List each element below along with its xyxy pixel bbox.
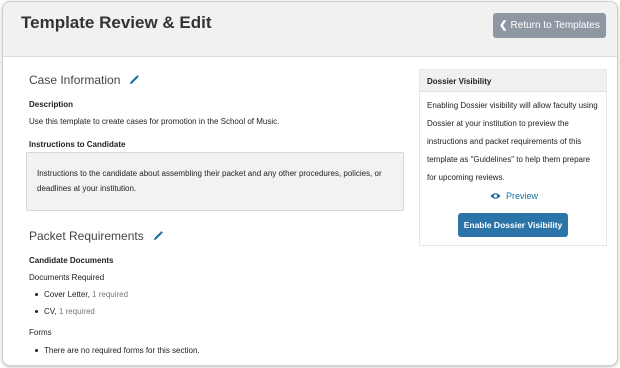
list-item: There are no required forms for this sec… [35, 346, 200, 355]
instructions-text: Instructions to the candidate about asse… [37, 169, 382, 193]
page-title: Template Review & Edit [21, 13, 212, 32]
forms-empty-text: There are no required forms for this sec… [44, 346, 200, 355]
bullet-icon [35, 349, 38, 352]
preview-link[interactable]: Preview [490, 191, 538, 201]
instructions-label: Instructions to Candidate [29, 140, 126, 149]
case-information-title: Case Information [29, 73, 121, 87]
packet-requirements-title: Packet Requirements [29, 229, 144, 243]
packet-requirements-heading: Packet Requirements [29, 229, 164, 243]
list-item: CV, 1 required [35, 307, 95, 316]
document-name: CV, [44, 307, 57, 316]
document-name: Cover Letter, [44, 290, 90, 299]
preview-label: Preview [506, 191, 539, 201]
dossier-visibility-panel: Dossier Visibility Enabling Dossier visi… [419, 69, 607, 246]
return-to-templates-button[interactable]: ❮ Return to Templates [493, 13, 606, 38]
case-information-heading: Case Information [29, 73, 140, 87]
pencil-icon[interactable] [128, 74, 140, 86]
dossier-visibility-description: Enabling Dossier visibility will allow f… [427, 101, 598, 182]
pencil-icon[interactable] [152, 230, 164, 242]
document-requirement: 1 required [92, 290, 129, 299]
eye-icon [490, 193, 501, 199]
documents-required-label: Documents Required [29, 273, 105, 282]
dossier-visibility-title: Dossier Visibility [427, 77, 492, 86]
chevron-left-icon: ❮ [499, 20, 508, 31]
dossier-visibility-header: Dossier Visibility [420, 70, 606, 92]
description-label: Description [29, 100, 74, 109]
page-header: Template Review & Edit ❮ Return to Templ… [3, 2, 617, 57]
enable-dossier-visibility-button[interactable]: Enable Dossier Visibility [458, 213, 568, 237]
return-button-label: Return to Templates [510, 20, 600, 31]
app-window: Template Review & Edit ❮ Return to Templ… [2, 1, 618, 366]
document-requirement: 1 required [58, 307, 95, 316]
bullet-icon [35, 293, 38, 296]
description-text: Use this template to create cases for pr… [29, 117, 280, 126]
list-item: Cover Letter, 1 required [35, 290, 128, 299]
instructions-box: Instructions to the candidate about asse… [26, 152, 404, 211]
forms-label: Forms [29, 328, 52, 337]
bullet-icon [35, 310, 38, 313]
candidate-documents-label: Candidate Documents [29, 256, 114, 265]
